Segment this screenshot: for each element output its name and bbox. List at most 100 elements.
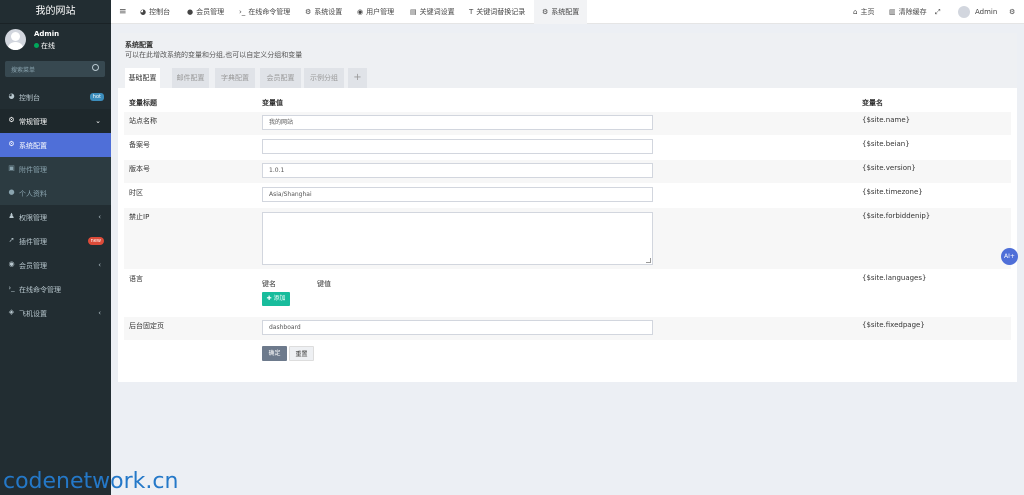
tab-label: 关键词替换记录 xyxy=(476,8,526,16)
menu-search-input[interactable]: 搜索菜单 xyxy=(5,61,105,77)
tab-dashboard[interactable]: ◕ 控制台 xyxy=(140,0,170,24)
fullscreen-icon[interactable]: ⤢ xyxy=(935,0,941,24)
avatar xyxy=(5,29,26,50)
tab-dictionary-config[interactable]: 字典配置 xyxy=(215,68,255,88)
sidebar-item-profile[interactable]: ● 个人资料 xyxy=(0,181,111,205)
fixed-page-input[interactable]: dashboard xyxy=(262,320,653,335)
settings-cogs-icon[interactable]: ⚙ xyxy=(1009,0,1015,24)
row-title: 后台固定页 xyxy=(129,322,164,330)
user-status-text: 在线 xyxy=(41,42,55,50)
row-title: 时区 xyxy=(129,189,143,197)
row-title: 语言 xyxy=(129,275,143,283)
sidebar-item-permissions[interactable]: ♟ 权限管理 ‹ xyxy=(0,205,111,229)
table-row: 站点名称 我的网站 {$site.name} xyxy=(124,112,1011,135)
site-logo[interactable]: 我的网站 xyxy=(0,0,111,24)
sidebar-item-label: 常规管理 xyxy=(19,118,47,126)
sidebar-item-attachments[interactable]: ▣ 附件管理 xyxy=(0,157,111,181)
plus-icon: ✚ xyxy=(266,295,272,302)
user-status: 在线 xyxy=(34,41,55,51)
ai-assistant-button[interactable]: AI+ xyxy=(1001,248,1018,265)
top-navbar: ≡ ◕ 控制台 ● 会员管理 ›_ 在线命令管理 ⚙ 系统设置 ◉ 用户管理 ▤ 关键词设置… xyxy=(111,0,1024,24)
tab-label: 系统配置 xyxy=(551,8,580,16)
sidebar-item-label: 附件管理 xyxy=(19,166,47,174)
tab-label: 在线命令管理 xyxy=(248,8,291,16)
rocket-icon: ➚ xyxy=(8,236,15,244)
sidebar-item-plugins[interactable]: ➚ 插件管理 new xyxy=(0,229,111,253)
sidebar-item-dashboard[interactable]: ◕ 控制台 hot xyxy=(0,85,111,109)
panel-heading: 系统配置 可以在此增改系统的变量和分组,也可以自定义分组和变量 基础配置 邮件配… xyxy=(118,33,1017,88)
gear-icon: ⚙ xyxy=(542,8,549,16)
tab-label: 关键词设置 xyxy=(419,8,455,16)
add-button-label: 添加 xyxy=(273,295,286,302)
row-variable-name: {$site.beian} xyxy=(862,140,910,148)
user-circle-icon: ◉ xyxy=(357,8,364,16)
submit-button[interactable]: 确定 xyxy=(262,346,287,361)
column-header-title: 变量标题 xyxy=(129,99,157,107)
clear-cache-button[interactable]: ▥ 清除缓存 xyxy=(889,0,927,24)
row-variable-name: {$site.timezone} xyxy=(862,188,923,196)
new-badge: new xyxy=(87,237,104,245)
column-header-value: 变量值 xyxy=(262,99,283,107)
tab-commands[interactable]: ›_ 在线命令管理 xyxy=(239,0,290,24)
file-image-icon: ▣ xyxy=(8,164,15,172)
sidebar-item-label: 在线命令管理 xyxy=(19,286,61,294)
row-variable-name: {$site.version} xyxy=(862,164,916,172)
tab-system-settings[interactable]: ⚙ 系统设置 xyxy=(305,0,342,24)
group-icon: ♟ xyxy=(8,212,15,220)
table-row: 语言 键名 键值 ✚ 添加 {$site.languages} xyxy=(124,270,1011,315)
home-label: 主页 xyxy=(860,8,875,16)
trash-icon: ▥ xyxy=(889,8,896,16)
sidebar-item-label: 飞机设置 xyxy=(19,310,47,318)
site-name-input[interactable]: 我的网站 xyxy=(262,115,653,130)
value-label: 键值 xyxy=(317,280,331,288)
row-title: 站点名称 xyxy=(129,117,157,125)
tab-member-config[interactable]: 会员配置 xyxy=(260,68,301,88)
page-description: 可以在此增改系统的变量和分组,也可以自定义分组和变量 xyxy=(125,51,303,59)
tab-user-management[interactable]: ◉ 用户管理 xyxy=(357,0,394,24)
tab-basic-config[interactable]: 基础配置 xyxy=(125,68,160,88)
telegram-icon: ◈ xyxy=(8,308,15,316)
reset-button[interactable]: 重置 xyxy=(289,346,314,361)
forbidden-ip-textarea[interactable] xyxy=(262,212,653,265)
sidebar-item-plane-settings[interactable]: ◈ 飞机设置 ‹ xyxy=(0,301,111,325)
home-icon: ⌂ xyxy=(853,8,858,16)
search-placeholder: 搜索菜单 xyxy=(11,67,36,74)
sidebar-item-general[interactable]: ⚙ 常规管理 ⌄ xyxy=(0,109,111,133)
table-row: 禁止IP {$site.forbiddenip} xyxy=(124,208,1011,269)
sidebar-item-commands[interactable]: ›_ 在线命令管理 xyxy=(0,277,111,301)
table-row: 后台固定页 dashboard {$site.fixedpage} xyxy=(124,317,1011,340)
tab-members[interactable]: ● 会员管理 xyxy=(187,0,224,24)
hot-badge: hot xyxy=(89,93,104,101)
tab-label: 会员管理 xyxy=(196,8,225,16)
online-dot-icon xyxy=(34,43,39,48)
terminal-icon: ›_ xyxy=(8,284,15,292)
chevron-left-icon: ‹ xyxy=(98,213,101,221)
beian-input[interactable] xyxy=(262,139,653,154)
home-link[interactable]: ⌂ 主页 xyxy=(853,0,874,24)
tab-label: 系统设置 xyxy=(314,8,343,16)
tab-label: 控制台 xyxy=(149,8,171,16)
menu-toggle-icon[interactable]: ≡ xyxy=(119,0,127,24)
sidebar-item-members[interactable]: ◉ 会员管理 ‹ xyxy=(0,253,111,277)
table-row: 版本号 1.0.1 {$site.version} xyxy=(124,160,1011,183)
row-title: 备案号 xyxy=(129,141,150,149)
user-menu[interactable]: Admin xyxy=(958,0,997,24)
sidebar-item-label: 个人资料 xyxy=(19,190,47,198)
sidebar-item-label: 权限管理 xyxy=(19,214,47,222)
tab-keyword-replace-log[interactable]: T 关键词替换记录 xyxy=(469,0,525,24)
add-tab-button[interactable]: + xyxy=(348,68,367,88)
page-title: 系统配置 xyxy=(125,41,153,49)
add-language-button[interactable]: ✚ 添加 xyxy=(262,292,290,306)
tab-example-group[interactable]: 示例分组 xyxy=(304,68,344,88)
sidebar-item-system-config[interactable]: ⚙ 系统配置 xyxy=(0,133,111,157)
chevron-down-icon: ⌄ xyxy=(95,117,101,125)
tab-keyword-settings[interactable]: ▤ 关键词设置 xyxy=(410,0,455,24)
tab-system-config[interactable]: ⚙ 系统配置 xyxy=(534,0,588,24)
version-input[interactable]: 1.0.1 xyxy=(262,163,653,178)
chevron-left-icon: ‹ xyxy=(98,309,101,317)
timezone-input[interactable]: Asia/Shanghai xyxy=(262,187,653,202)
row-variable-name: {$site.fixedpage} xyxy=(862,321,925,329)
gear-icon: ⚙ xyxy=(305,8,312,16)
tab-email-config[interactable]: 邮件配置 xyxy=(172,68,209,88)
search-icon[interactable] xyxy=(92,64,99,71)
